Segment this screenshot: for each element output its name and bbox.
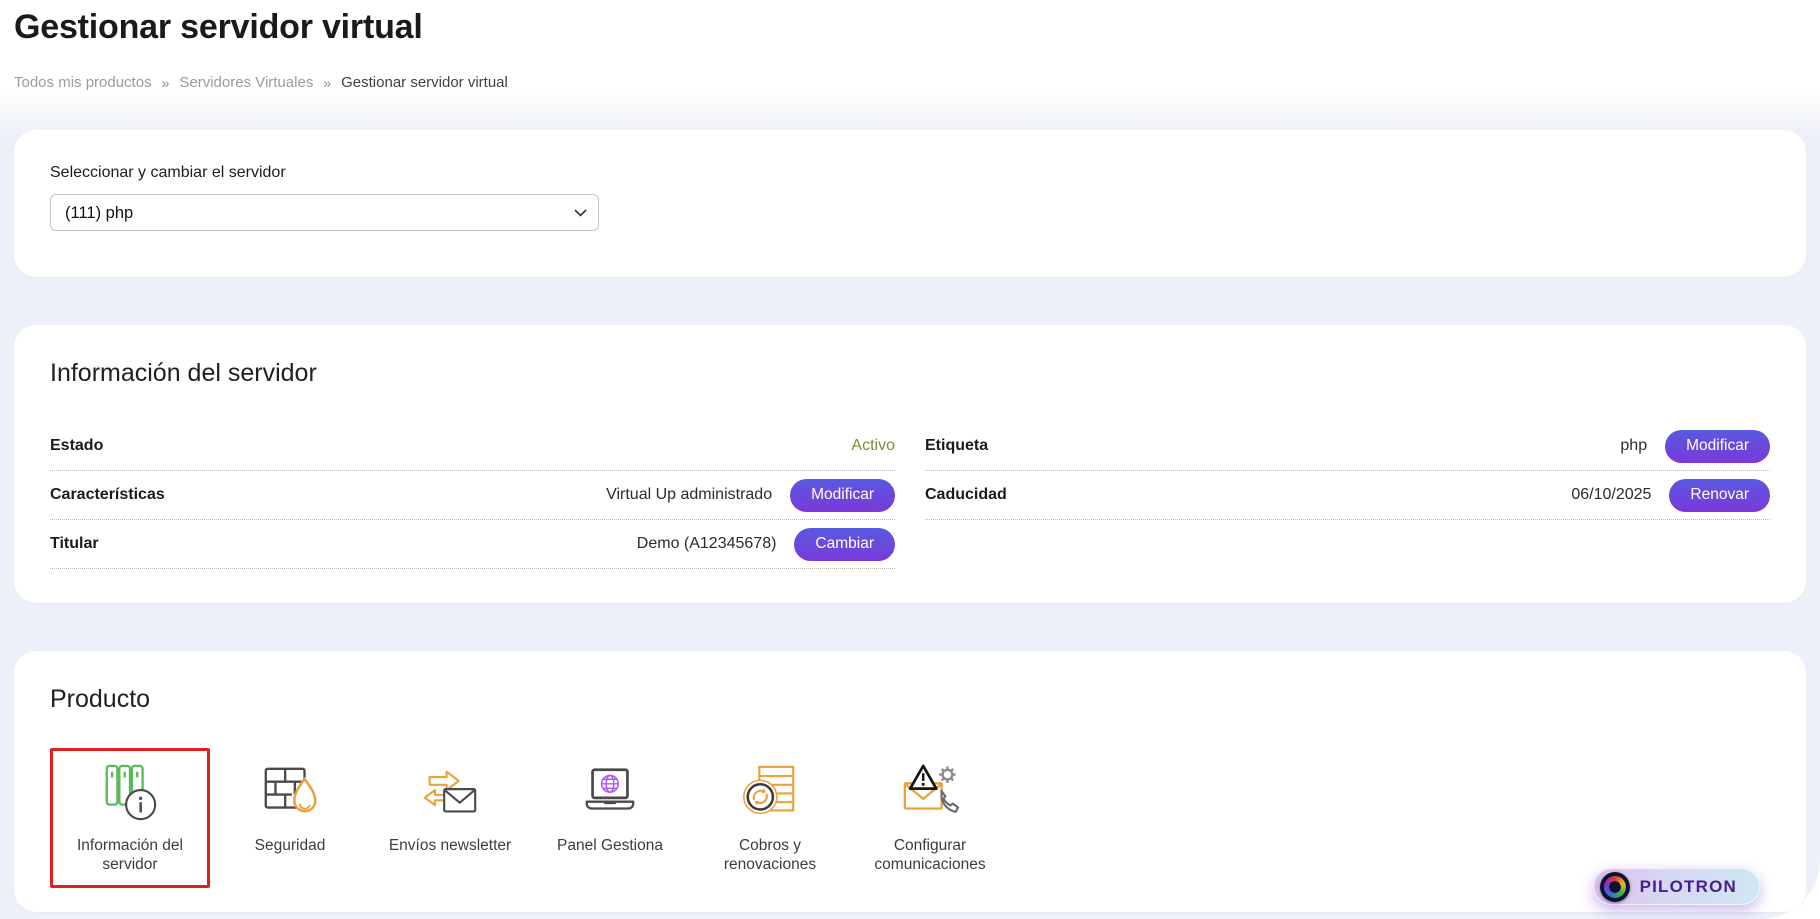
tile-billing-renewals[interactable]: Cobros y renovaciones xyxy=(690,748,850,888)
pilotron-logo-icon xyxy=(1599,871,1630,902)
pilotron-badge[interactable]: PILOTRON xyxy=(1592,868,1760,905)
server-info-left-column: Estado Activo Características Virtual Up… xyxy=(50,422,895,569)
server-info-card: Información del servidor Estado Activo C… xyxy=(14,325,1806,603)
pilotron-label: PILOTRON xyxy=(1639,876,1737,896)
breadcrumb-separator: » xyxy=(161,74,170,91)
server-select-wrap: (111) php xyxy=(50,194,599,231)
server-info-right-column: Etiqueta php Modificar Caducidad 06/10/2… xyxy=(925,422,1770,520)
server-info-grid: Estado Activo Características Virtual Up… xyxy=(50,422,1770,569)
row-etiqueta: Etiqueta php Modificar xyxy=(925,422,1770,471)
tile-gestiona-panel[interactable]: Panel Gestiona xyxy=(530,748,690,885)
row-caducidad-value: 06/10/2025 xyxy=(1571,486,1652,503)
row-estado: Estado Activo xyxy=(50,422,895,471)
server-info-icon xyxy=(99,760,161,826)
row-etiqueta-label: Etiqueta xyxy=(925,437,989,454)
content-area: Seleccionar y cambiar el servidor (111) … xyxy=(0,93,1820,919)
tile-label: Información del servidor xyxy=(77,837,183,873)
billing-renewals-icon xyxy=(739,760,801,826)
tile-label: Configurar comunicaciones xyxy=(874,837,986,873)
page-header: Gestionar servidor virtual Todos mis pro… xyxy=(0,0,1820,93)
product-tiles: Información del servidor Seguridad Envío… xyxy=(50,748,1770,888)
row-titular-label: Titular xyxy=(50,535,99,552)
row-caracteristicas-value: Virtual Up administrado xyxy=(606,486,773,503)
breadcrumb-item-products[interactable]: Todos mis productos xyxy=(14,74,152,91)
product-title: Producto xyxy=(50,685,151,713)
tile-label: Seguridad xyxy=(254,837,326,854)
tile-label: Cobros y renovaciones xyxy=(723,837,817,873)
row-caracteristicas: Características Virtual Up administrado … xyxy=(50,471,895,520)
laptop-globe-icon xyxy=(579,760,641,826)
row-caducidad-label: Caducidad xyxy=(925,486,1007,503)
tile-label: Envíos newsletter xyxy=(388,837,512,854)
newsletter-icon xyxy=(419,760,481,826)
product-card: Producto Información del servidor Seguri… xyxy=(14,651,1806,912)
tile-server-info[interactable]: Información del servidor xyxy=(50,748,210,888)
change-owner-button[interactable]: Cambiar xyxy=(794,527,895,561)
modify-label-button[interactable]: Modificar xyxy=(1665,429,1770,463)
modify-features-button[interactable]: Modificar xyxy=(790,478,895,512)
tile-security[interactable]: Seguridad xyxy=(210,748,370,885)
server-selector-card: Seleccionar y cambiar el servidor (111) … xyxy=(14,130,1806,277)
row-caducidad: Caducidad 06/10/2025 Renovar xyxy=(925,471,1770,520)
row-estado-label: Estado xyxy=(50,437,104,454)
breadcrumb-item-virtual-servers[interactable]: Servidores Virtuales xyxy=(179,74,313,91)
row-titular-value: Demo (A12345678) xyxy=(636,535,777,552)
firewall-icon xyxy=(259,760,321,826)
server-select-label: Seleccionar y cambiar el servidor xyxy=(50,164,286,181)
page-title: Gestionar servidor virtual xyxy=(14,8,423,46)
status-badge: Activo xyxy=(851,437,895,454)
breadcrumb-separator: » xyxy=(323,74,332,91)
tile-communications[interactable]: Configurar comunicaciones xyxy=(850,748,1010,888)
communications-icon xyxy=(899,760,961,826)
breadcrumb: Todos mis productos » Servidores Virtual… xyxy=(14,74,1806,91)
server-select[interactable]: (111) php xyxy=(50,194,599,231)
row-titular: Titular Demo (A12345678) Cambiar xyxy=(50,520,895,569)
row-etiqueta-value: php xyxy=(1620,437,1648,454)
renew-button[interactable]: Renovar xyxy=(1669,478,1770,512)
breadcrumb-item-current: Gestionar servidor virtual xyxy=(341,74,508,91)
tile-label: Panel Gestiona xyxy=(557,837,663,854)
tile-newsletter[interactable]: Envíos newsletter xyxy=(370,748,530,885)
row-caracteristicas-label: Características xyxy=(50,486,165,503)
server-info-title: Información del servidor xyxy=(50,359,317,387)
